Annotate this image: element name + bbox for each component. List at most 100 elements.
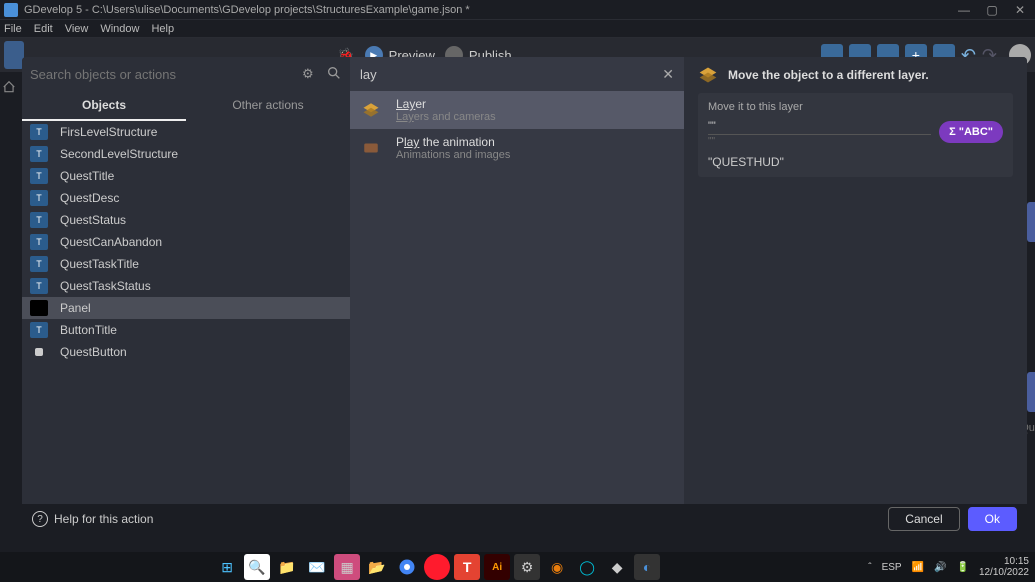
- text-object-icon: T: [30, 190, 48, 206]
- search-icon[interactable]: [326, 65, 342, 84]
- object-item[interactable]: T QuestCanAbandon: [22, 231, 350, 253]
- tab-objects[interactable]: Objects: [22, 91, 186, 121]
- object-item[interactable]: TQuestStatus: [22, 209, 350, 231]
- tab-other-actions[interactable]: Other actions: [186, 91, 350, 121]
- text-object-icon: T: [30, 256, 48, 272]
- tb-app2-icon[interactable]: ⚙: [514, 554, 540, 580]
- text-object-icon: T: [30, 278, 48, 294]
- menu-edit[interactable]: Edit: [34, 23, 53, 35]
- windows-taskbar: ⊞ 🔍 📁 ✉️ ▦ 📂 T Ai ⚙ ◉ ◯ ◆ ◐ ˆ ESP 📶 🔊 🔋 …: [0, 552, 1035, 582]
- help-label: Help for this action: [54, 512, 153, 526]
- menubar: File Edit View Window Help: [0, 20, 1035, 38]
- tb-app3-icon[interactable]: ◯: [574, 554, 600, 580]
- tray-lang[interactable]: ESP: [882, 562, 902, 573]
- object-list: TFirsLevelStructure T SecondLevelStructur…: [22, 121, 350, 504]
- text-object-icon: T: [30, 322, 48, 338]
- tb-blender-icon[interactable]: ◉: [544, 554, 570, 580]
- tb-opera-icon[interactable]: [424, 554, 450, 580]
- tray-wifi-icon[interactable]: 📶: [912, 562, 924, 573]
- action-header: Move the object to a different layer.: [728, 68, 929, 82]
- object-label: QuestTaskTitle: [60, 257, 139, 271]
- animation-icon: [360, 137, 382, 159]
- tb-gdevelop-icon[interactable]: ◐: [634, 554, 660, 580]
- layers-icon: [698, 65, 718, 85]
- date-label: 12/10/2022: [979, 567, 1029, 578]
- tb-app4-icon[interactable]: ◆: [604, 554, 630, 580]
- objects-panel: ⚙ Objects Other actions TFirsLevelStruct…: [22, 57, 350, 504]
- tb-todoist-icon[interactable]: T: [454, 554, 480, 580]
- side-handle-1[interactable]: [1027, 202, 1035, 242]
- tb-illustrator-icon[interactable]: Ai: [484, 554, 510, 580]
- object-item-selected[interactable]: Panel: [22, 297, 350, 319]
- ok-button[interactable]: Ok: [968, 507, 1017, 531]
- object-item[interactable]: TFirsLevelStructure: [22, 121, 350, 143]
- tb-folder-icon[interactable]: 📂: [364, 554, 390, 580]
- help-link[interactable]: ? Help for this action: [32, 511, 153, 527]
- field-label: Move it to this layer: [708, 101, 1003, 113]
- menu-help[interactable]: Help: [151, 23, 174, 35]
- text-object-icon: T: [30, 146, 48, 162]
- tray-chevron-icon[interactable]: ˆ: [868, 562, 871, 573]
- action-subtitle: Animations and images: [396, 149, 510, 161]
- object-item[interactable]: T QuestTaskTitle: [22, 253, 350, 275]
- object-label: ButtonTitle: [60, 323, 117, 337]
- tb-search-icon[interactable]: 🔍: [244, 554, 270, 580]
- tray-battery-icon[interactable]: 🔋: [956, 562, 968, 573]
- cancel-button[interactable]: Cancel: [888, 507, 959, 531]
- tb-start-icon[interactable]: ⊞: [214, 554, 240, 580]
- text-object-icon: T: [30, 168, 48, 184]
- object-label: Panel: [60, 301, 91, 315]
- menu-file[interactable]: File: [4, 23, 22, 35]
- object-item[interactable]: T QuestTaskStatus: [22, 275, 350, 297]
- clear-search-icon[interactable]: ✕: [662, 66, 674, 83]
- layers-icon: [360, 99, 382, 121]
- actions-panel: ✕ Layer Layers and cameras: [350, 57, 684, 504]
- titlebar: GDevelop 5 - C:\Users\ulise\Documents\GD…: [0, 0, 1035, 20]
- project-manager-button[interactable]: [4, 41, 24, 69]
- action-title: Layer: [396, 97, 496, 111]
- sprite-object-icon: [35, 348, 43, 356]
- object-item[interactable]: TQuestTitle: [22, 165, 350, 187]
- questhud-value[interactable]: "QUESTHUD": [708, 155, 1003, 169]
- object-item[interactable]: QuestButton: [22, 341, 350, 363]
- action-dialog: ⚙ Objects Other actions TFirsLevelStruct…: [22, 57, 1027, 534]
- text-object-icon: T: [30, 234, 48, 250]
- object-item[interactable]: T QuestDesc: [22, 187, 350, 209]
- tray-clock[interactable]: 10:15 12/10/2022: [979, 556, 1029, 578]
- home-icon[interactable]: [2, 80, 16, 94]
- object-label: QuestCanAbandon: [60, 235, 162, 249]
- panel-object-icon: [30, 300, 48, 316]
- action-title: Play the animation: [396, 135, 510, 149]
- maximize-button[interactable]: ▢: [985, 3, 999, 17]
- side-handle-2[interactable]: [1027, 372, 1035, 412]
- filter-icon[interactable]: ⚙: [302, 66, 318, 82]
- menu-view[interactable]: View: [65, 23, 89, 35]
- tb-app-icon[interactable]: ▦: [334, 554, 360, 580]
- window-title: GDevelop 5 - C:\Users\ulise\Documents\GD…: [24, 4, 957, 16]
- expression-abc-button[interactable]: Σ "ABC": [939, 121, 1003, 143]
- tb-explorer-icon[interactable]: 📁: [274, 554, 300, 580]
- object-label: QuestTaskStatus: [60, 279, 151, 293]
- action-search-input[interactable]: [360, 67, 662, 82]
- text-object-icon: T: [30, 124, 48, 140]
- object-label: QuestButton: [60, 345, 127, 359]
- tray-volume-icon[interactable]: 🔊: [934, 562, 946, 573]
- action-layer[interactable]: Layer Layers and cameras: [350, 91, 684, 129]
- menu-window[interactable]: Window: [100, 23, 139, 35]
- parameters-panel: Move the object to a different layer. Mo…: [684, 57, 1027, 504]
- minimize-button[interactable]: —: [957, 3, 971, 17]
- tb-mail-icon[interactable]: ✉️: [304, 554, 330, 580]
- tb-chrome-icon[interactable]: [394, 554, 420, 580]
- help-icon: ?: [32, 511, 48, 527]
- dialog-footer: ? Help for this action Cancel Ok: [22, 504, 1027, 534]
- object-label: SecondLevelStructure: [60, 147, 178, 161]
- layer-input[interactable]: [708, 118, 931, 135]
- close-button[interactable]: ✕: [1013, 3, 1027, 17]
- action-subtitle: Layers and cameras: [396, 111, 496, 123]
- object-label: QuestDesc: [60, 191, 119, 205]
- object-item[interactable]: T SecondLevelStructure: [22, 143, 350, 165]
- action-play-animation[interactable]: Play the animation Animations and images: [350, 129, 684, 167]
- objects-search-input[interactable]: [30, 67, 294, 82]
- input-hint: "": [708, 136, 931, 147]
- object-item[interactable]: T ButtonTitle: [22, 319, 350, 341]
